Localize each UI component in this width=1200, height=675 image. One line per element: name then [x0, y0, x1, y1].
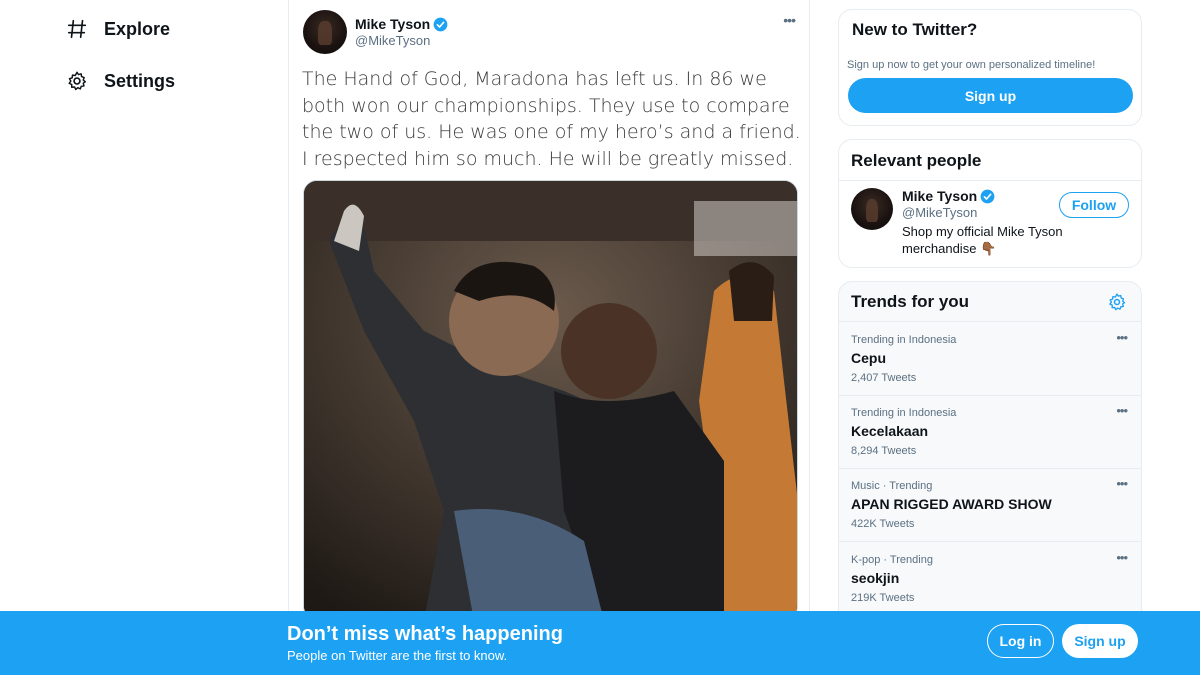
tweet-column: Mike Tyson @MikeTyson ••• The Hand of Go…: [288, 0, 810, 675]
relevant-people-card: Relevant people Mike Tyson @MikeTyson Sh…: [838, 139, 1142, 268]
verified-badge-icon: [980, 189, 995, 204]
author-name[interactable]: Mike Tyson: [355, 16, 430, 32]
person-item[interactable]: Mike Tyson @MikeTyson Shop my official M…: [851, 188, 1082, 257]
trend-name: Cepu: [851, 350, 886, 366]
more-options-icon[interactable]: •••: [1116, 330, 1128, 345]
trend-context: Music · Trending: [851, 480, 933, 492]
trends-header: Trends for you: [839, 282, 1141, 322]
avatar[interactable]: [303, 10, 347, 54]
trend-name: APAN RIGGED AWARD SHOW: [851, 496, 1052, 512]
more-options-icon[interactable]: •••: [1116, 476, 1128, 491]
banner-signup-button[interactable]: Sign up: [1062, 624, 1138, 658]
author-handle[interactable]: @MikeTyson: [355, 33, 448, 48]
trend-item[interactable]: Trending in Indonesia Cepu 2,407 Tweets …: [839, 323, 1141, 396]
tweet-photo[interactable]: [303, 180, 798, 620]
trend-context: Trending in Indonesia: [851, 334, 957, 346]
trend-name: seokjin: [851, 570, 900, 586]
person-handle[interactable]: @MikeTyson: [902, 205, 1082, 220]
hashtag-icon: [58, 16, 94, 42]
follow-button[interactable]: Follow: [1059, 192, 1129, 218]
more-options-icon[interactable]: •••: [1116, 550, 1128, 565]
banner-headline: Don’t miss what’s happening: [287, 623, 563, 645]
sidebar-signup-button[interactable]: Sign up: [848, 78, 1133, 113]
tweet-text: The Hand of God, Maradona has left us. I…: [302, 68, 801, 170]
more-options-icon[interactable]: •••: [783, 12, 796, 28]
more-options-icon[interactable]: •••: [1116, 403, 1128, 418]
verified-badge-icon: [433, 17, 448, 32]
new-to-twitter-card: New to Twitter? Sign up now to get your …: [838, 9, 1142, 126]
banner-subline: People on Twitter are the first to know.: [287, 648, 508, 663]
card-title: New to Twitter?: [852, 20, 978, 39]
person-bio: Shop my official Mike Tyson merchandise …: [902, 224, 1063, 256]
divider: [839, 180, 1141, 181]
person-info: Mike Tyson @MikeTyson Shop my official M…: [902, 188, 1082, 257]
trend-count: 219K Tweets: [851, 592, 915, 604]
author-block: Mike Tyson @MikeTyson: [355, 16, 448, 48]
signup-banner: Don’t miss what’s happening People on Tw…: [0, 611, 1200, 675]
trend-count: 8,294 Tweets: [851, 445, 917, 457]
trend-count: 2,407 Tweets: [851, 372, 917, 384]
trend-count: 422K Tweets: [851, 518, 915, 530]
card-title: Trends for you: [851, 292, 970, 311]
gear-icon: [58, 68, 94, 94]
avatar[interactable]: [851, 188, 893, 230]
trend-context: K-pop · Trending: [851, 554, 933, 566]
card-subtitle: Sign up now to get your own personalized…: [847, 59, 1096, 71]
trend-item[interactable]: Trending in Indonesia Kecelakaan 8,294 T…: [839, 396, 1141, 469]
photo-illustration: [304, 181, 797, 619]
trend-name: Kecelakaan: [851, 423, 929, 439]
nav-item-settings[interactable]: Settings: [58, 55, 175, 107]
trend-item[interactable]: Music · Trending APAN RIGGED AWARD SHOW …: [839, 469, 1141, 542]
login-button[interactable]: Log in: [987, 624, 1054, 658]
nav-item-explore[interactable]: Explore: [58, 3, 170, 55]
trend-context: Trending in Indonesia: [851, 407, 957, 419]
tweet-header: Mike Tyson @MikeTyson: [303, 10, 448, 54]
trend-item[interactable]: K-pop · Trending seokjin 219K Tweets •••: [839, 543, 1141, 616]
nav-item-label: Settings: [104, 70, 176, 91]
card-title: Relevant people: [851, 151, 982, 170]
nav-item-label: Explore: [104, 18, 171, 39]
person-name[interactable]: Mike Tyson: [902, 188, 977, 204]
gear-icon[interactable]: [1107, 292, 1127, 312]
